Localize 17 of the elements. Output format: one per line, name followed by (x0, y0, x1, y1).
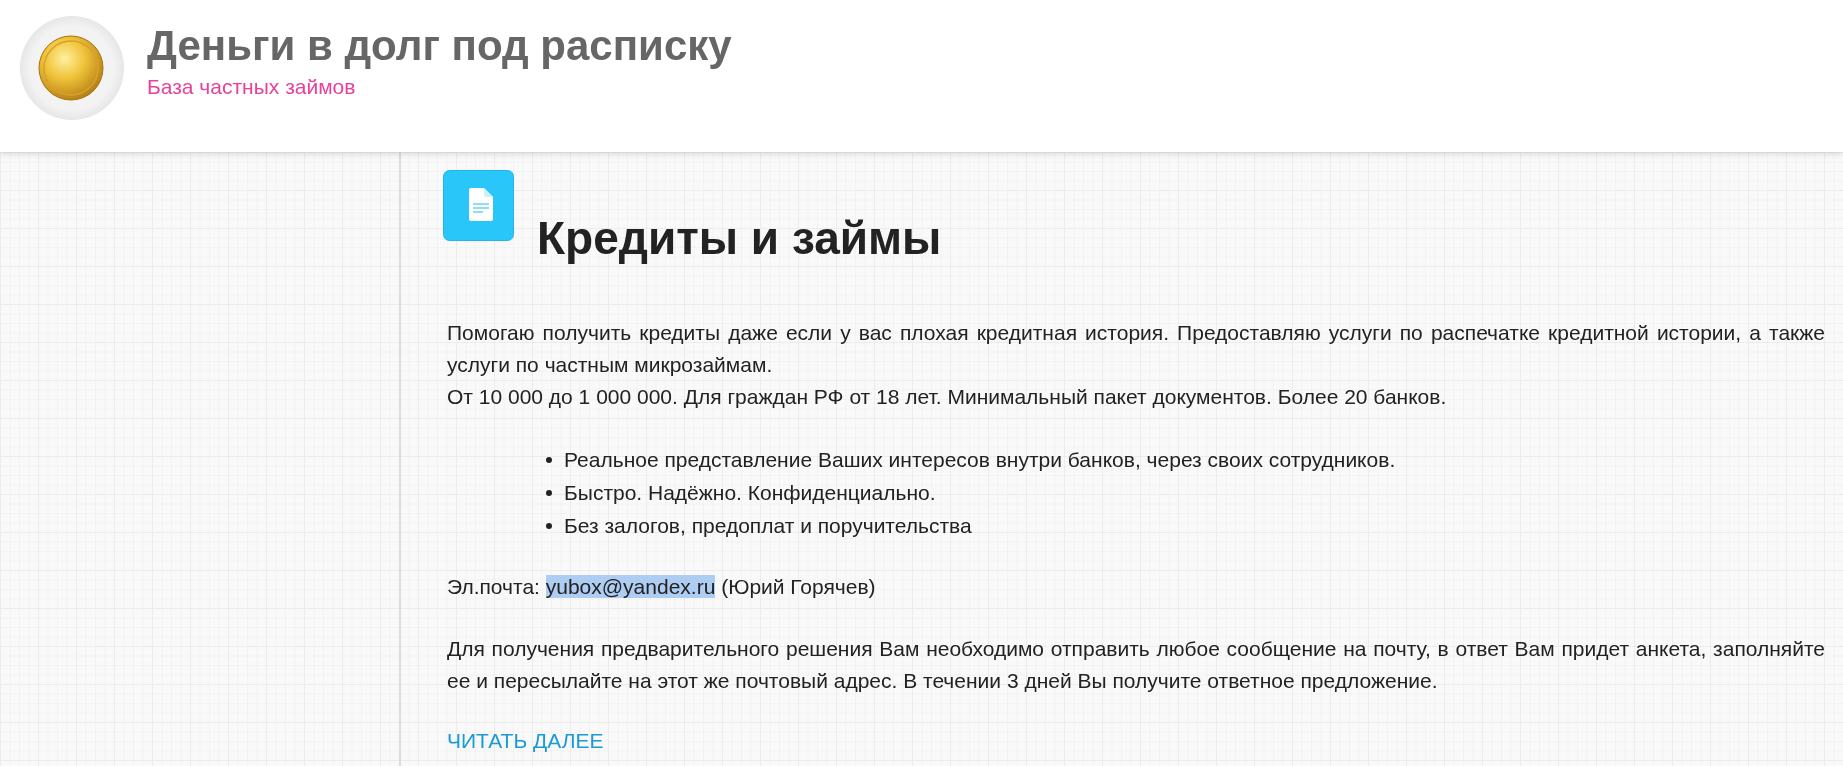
coin-logo-icon[interactable] (19, 15, 125, 121)
paragraph: Помогаю получить кредиты даже если у вас плохая кредитная история. Предоставляю услуги по распечатке кредитной истории, а также услуги по частным микрозаймам. (447, 320, 1825, 378)
list-item: Без залогов, предоплат и поручительства (564, 513, 972, 539)
bullet-icon (546, 522, 552, 529)
bullet-icon (546, 489, 552, 496)
site-title[interactable]: Деньги в долг под расписку (147, 23, 732, 69)
read-more-link[interactable]: ЧИТАТЬ ДАЛЕЕ (447, 725, 604, 757)
bullet-icon (546, 456, 552, 463)
document-icon (443, 170, 514, 241)
email-address: yubox@yandex.ru (545, 575, 716, 598)
paragraph: Для получения предварительного решения Вам необходимо отправить любое сообщение на почту, в ответ Вам придет анкета, заполняйте ее и пересылайте на этот же почтовый адрес. В течении 3 дней Вы получите ответное предложение. (447, 636, 1825, 694)
contact-line: Эл.почта: yubox@yandex.ru (Юрий Горячев) (447, 574, 877, 600)
list-item: Реальное представление Ваших интересов внутри банков, через своих сотрудников. (564, 447, 1396, 473)
paragraph: От 10 000 до 1 000 000. Для граждан РФ от 18 лет. Минимальный пакет документов. Более 20 банков. (447, 384, 1448, 410)
list-item: Быстро. Надёжно. Конфиденциально. (564, 480, 936, 506)
site-tagline: База частных займов (147, 74, 357, 100)
post-title: Кредиты и займы (537, 211, 942, 266)
